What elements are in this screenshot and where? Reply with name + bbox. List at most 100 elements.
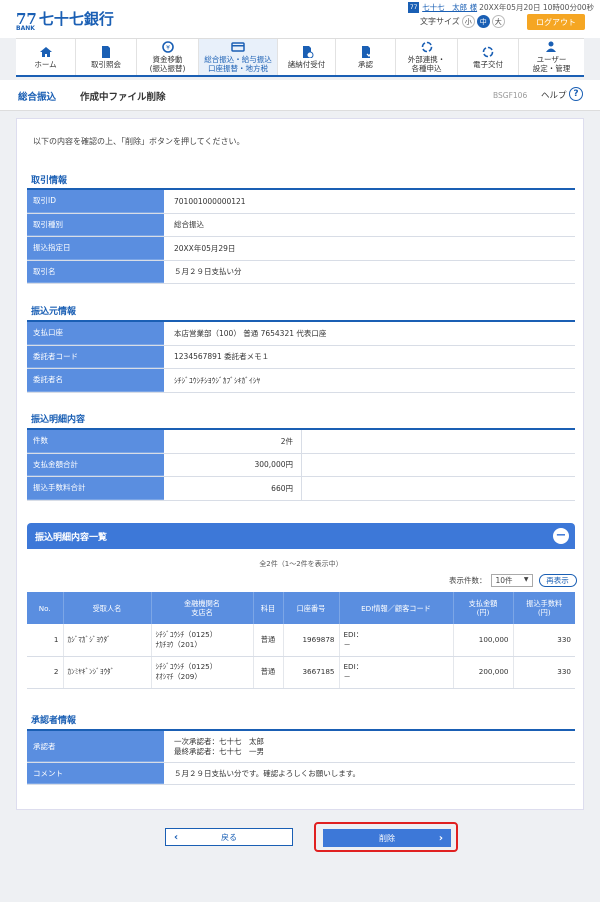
- edi-value: －: [343, 639, 351, 649]
- info-row: 委託者コード 1234567891 委託者メモ１: [27, 345, 575, 369]
- nav-fund-transfer[interactable]: ¥ 資金移動 (振込振替): [137, 39, 199, 75]
- delete-label: 削除: [379, 833, 395, 843]
- nav-label: 諸納付受付: [287, 59, 326, 69]
- page-category: 総合振込: [18, 92, 57, 103]
- cell-payee: ｶｼﾞﾏｶﾞｼﾞﾖｳﾀﾞ: [63, 624, 152, 657]
- info-row: コメント ５月２９日支払い分です。確認よろしくお願いします。: [27, 763, 575, 785]
- user-name-link[interactable]: 七十七 太郎 様: [422, 2, 477, 13]
- user-info: 77 七十七 太郎 様 20XX年05月20日 10時00分00秒: [408, 2, 594, 13]
- nav-payment[interactable]: 諸納付受付: [278, 39, 336, 75]
- table-row: 1 ｶｼﾞﾏｶﾞｼﾞﾖｳﾀﾞ ｼﾁｼﾞﾕｳｼﾁ（0125） ﾅｶﾁﾖｳ（201） …: [27, 624, 575, 657]
- row-label: 件数: [27, 430, 164, 453]
- page-title: 作成中ファイル削除: [80, 92, 166, 103]
- font-large-button[interactable]: 大: [491, 15, 505, 28]
- table-header-row: No. 受取人名 金融機関名 支店名 科目 口座番号 EDI情報／顧客コード 支…: [27, 592, 575, 624]
- first-approver: 一次承認者：七十七 太郎: [174, 736, 264, 746]
- row-label: 振込手数料合計: [27, 477, 164, 500]
- nav-home[interactable]: ホーム: [16, 39, 76, 75]
- col-header: EDI情報／顧客コード: [339, 592, 454, 624]
- help-icon[interactable]: ?: [569, 87, 583, 101]
- section-title-details: 振込明細内容: [31, 415, 86, 425]
- info-row: 委託者名 ｼﾁｼﾞﾕｳｼﾁｼﾖｳｼﾞｶﾌﾞｼｷｶﾞｲｼﾔ: [27, 369, 575, 393]
- user-icon: 77: [408, 2, 420, 13]
- row-value: 701001000000121: [174, 196, 246, 206]
- logo-sub: BANK: [16, 25, 35, 32]
- intro-text: 以下の内容を確認の上、「削除」ボタンを押してください。: [33, 137, 245, 146]
- bank-name: 七十七銀行: [38, 10, 114, 28]
- nav-user-settings[interactable]: ユーザー 設定・管理: [519, 39, 584, 75]
- font-size-label: 文字サイズ: [420, 17, 460, 26]
- nav-bulk-transfer[interactable]: 総合振込・給与振込 口座振替・地方税: [199, 39, 278, 75]
- info-row: 取引種別 総合振込: [27, 213, 575, 237]
- final-approver: 最終承認者：七十七 一男: [174, 746, 264, 756]
- per-page-select[interactable]: 10件: [490, 574, 533, 587]
- col-header: 科目: [253, 592, 284, 624]
- font-size-switcher: 文字サイズ 小 中 大: [420, 15, 505, 28]
- cell-no: 1: [27, 624, 64, 657]
- info-row: 支払口座 本店営業部（100） 普通 7654321 代表口座: [27, 322, 575, 346]
- col-header: 支払金額 (円): [453, 592, 514, 624]
- nav-label: 取引照会: [91, 59, 121, 69]
- row-value: 2件: [164, 430, 302, 453]
- row-label: 支払金額合計: [27, 453, 164, 476]
- home-icon: [39, 46, 52, 57]
- collapse-icon[interactable]: −: [553, 528, 569, 544]
- top-header: 77 BANK 七十七銀行 77 七十七 太郎 様 20XX年05月20日 10…: [0, 0, 600, 38]
- row-value: 660円: [164, 477, 302, 500]
- details-list-title: 振込明細内容一覧: [35, 532, 108, 543]
- info-row: 振込手数料合計 660円: [27, 477, 575, 501]
- details-list-header[interactable]: 振込明細内容一覧 −: [27, 523, 575, 549]
- help-link[interactable]: ヘルプ: [541, 89, 567, 101]
- nav-approve[interactable]: 承認: [336, 39, 396, 75]
- row-label: 取引種別: [27, 213, 164, 236]
- approver-info-table: 承認者 一次承認者：七十七 太郎 最終承認者：七十七 一男 コメント ５月２９日…: [27, 729, 575, 785]
- electronic-icon: [482, 46, 494, 57]
- col-header: No.: [27, 592, 64, 624]
- cell-payee: ｶﾝﾐﾔｷﾞﾝｼﾞﾖｳﾀﾞ: [63, 656, 152, 689]
- row-label: 取引名: [27, 260, 164, 283]
- redisplay-button[interactable]: 再表示: [538, 574, 577, 587]
- nav-label: 資金移動 (振込振替): [149, 55, 186, 73]
- edi-value: －: [343, 672, 351, 681]
- row-value: 300,000円: [164, 453, 302, 476]
- nav-label: 外部連携・ 各種申込: [407, 55, 446, 73]
- cell-no: 2: [27, 656, 64, 689]
- col-header: 受取人名: [63, 592, 152, 624]
- row-value: 20XX年05月29日: [174, 243, 236, 253]
- main-nav: ホーム 取引照会 ¥ 資金移動 (振込振替) 総合振込・給与振込 口座振替・地方…: [16, 38, 584, 77]
- screen-code: BSGF106: [493, 91, 528, 100]
- document-icon: [102, 45, 110, 58]
- font-medium-button[interactable]: 中: [476, 15, 490, 28]
- section-title-approver: 承認者情報: [31, 716, 77, 726]
- nav-transaction-inquiry[interactable]: 取引照会: [76, 39, 137, 75]
- back-button[interactable]: ‹ 戻る: [165, 828, 293, 846]
- font-small-button[interactable]: 小: [461, 15, 475, 28]
- main-panel: 以下の内容を確認の上、「削除」ボタンを押してください。 取引情報 取引ID 701…: [16, 118, 584, 852]
- row-label: 承認者: [27, 731, 164, 762]
- card-icon: [231, 42, 245, 52]
- nav-electronic-delivery[interactable]: 電子交付: [458, 39, 519, 75]
- chevron-left-icon: ‹: [174, 831, 179, 843]
- cell-account: 3667185: [283, 656, 340, 689]
- bank-logo[interactable]: 77 BANK 七十七銀行: [16, 8, 114, 32]
- row-value: 本店営業部（100） 普通 7654321 代表口座: [174, 328, 327, 338]
- cell-type: 普通: [253, 656, 284, 689]
- back-label: 戻る: [221, 832, 237, 842]
- branch-name: ﾅｶﾁﾖｳ（201）: [155, 639, 202, 649]
- cell-fee: 330: [513, 624, 575, 657]
- approve-icon: [361, 45, 373, 58]
- user-settings-icon: [545, 41, 556, 52]
- logout-button[interactable]: ログアウト: [527, 14, 585, 30]
- yen-transfer-icon: ¥: [161, 41, 174, 53]
- delete-button[interactable]: 削除 ›: [323, 829, 451, 847]
- info-row: 取引ID 701001000000121: [27, 190, 575, 214]
- row-label: 委託者コード: [27, 345, 164, 368]
- nav-label: 総合振込・給与振込 口座振替・地方税: [204, 55, 272, 73]
- row-label: 振込指定日: [27, 237, 164, 260]
- details-summary-table: 件数 2件 支払金額合計 300,000円 振込手数料合計 660円: [27, 428, 575, 501]
- edi-label: EDI：: [343, 629, 363, 639]
- nav-label: 承認: [358, 59, 373, 69]
- nav-external-link[interactable]: 外部連携・ 各種申込: [396, 39, 458, 75]
- row-label: 委託者名: [27, 369, 164, 392]
- login-time: 20XX年05月20日 10時00分00秒: [479, 3, 594, 12]
